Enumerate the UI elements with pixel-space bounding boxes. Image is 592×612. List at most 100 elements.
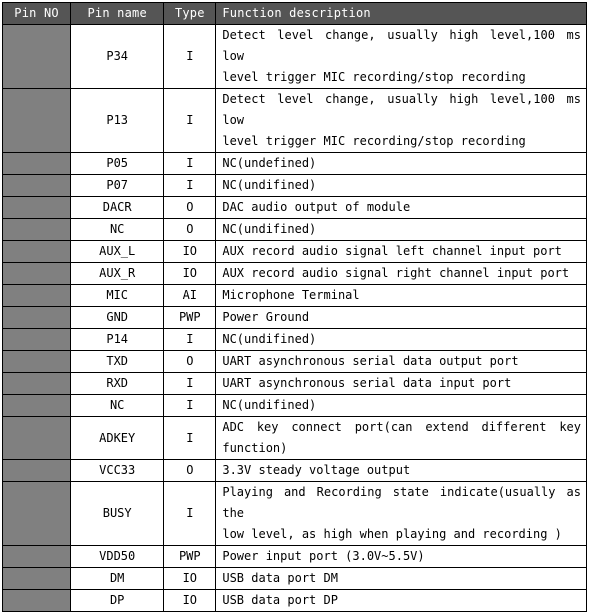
cell-pin-no [1,196,72,219]
cell-pin-no [1,174,72,197]
cell-pin-no [1,350,72,373]
description-line: NC(undifined) [222,178,317,192]
cell-type: O [163,218,217,241]
cell-pin-no [1,459,72,482]
cell-type: I [163,152,217,175]
cell-pin-no [1,306,72,329]
cell-type: I [163,24,217,89]
description-line: USB data port DP [222,593,338,607]
cell-pin-no [1,262,72,285]
cell-type: I [163,416,217,460]
cell-pin-no [1,567,72,590]
column-header-pin-name: Pin name [70,2,165,25]
description-line: NC(undifined) [222,398,317,412]
description-line: function) [222,441,288,455]
description-line: UART asynchronous serial data output por… [222,354,519,368]
description-line: ADC key connect port(can extend differen… [222,420,581,434]
description-line: Microphone Terminal [222,288,360,302]
table-row: DP IO USB data port DP [1,589,587,612]
table-row: BUSY I Playing and Recording state indicat… [1,481,587,546]
cell-function-description: NC(undefined) [215,152,587,175]
cell-type: AI [163,284,217,307]
cell-pin-no [1,589,72,612]
cell-function-description: DAC audio output of module [215,196,587,219]
description-line: 3.3V steady voltage output [222,463,411,477]
table-row: DM IO USB data port DM [1,567,587,590]
table-row: P14 I NC(undifined) [1,328,587,351]
cell-pin-name: NC [70,218,165,241]
cell-type: O [163,459,217,482]
table-body: P34 I Detect level change, usually high le… [1,24,587,612]
description-line: level trigger MIC recording/stop recordi… [222,134,526,148]
table-header-row: Pin NO Pin name Type Function descriptio… [1,2,587,25]
cell-pin-name: P13 [70,88,165,153]
description-line: Power Ground [222,310,310,324]
cell-pin-name: DACR [70,196,165,219]
description-line: NC(undifined) [222,332,317,346]
table-row: P07 I NC(undifined) [1,174,587,197]
cell-type: PWP [163,306,217,329]
cell-pin-name: P07 [70,174,165,197]
cell-function-description: USB data port DP [215,589,587,612]
cell-type: I [163,481,217,546]
cell-pin-no [1,394,72,417]
cell-type: IO [163,262,217,285]
cell-pin-name: NC [70,394,165,417]
cell-function-description: ADC key connect port(can extend differen… [215,416,587,460]
cell-pin-name: GND [70,306,165,329]
cell-pin-no [1,152,72,175]
cell-function-description: NC(undifined) [215,328,587,351]
table-row: P13 I Detect level change, usually high le… [1,88,587,153]
table-row: ADKEY I ADC key connect port(can extend di… [1,416,587,460]
cell-pin-name: P14 [70,328,165,351]
cell-type: I [163,372,217,395]
cell-type: IO [163,240,217,263]
cell-pin-no [1,284,72,307]
cell-pin-name: P34 [70,24,165,89]
cell-pin-no [1,328,72,351]
cell-pin-name: ADKEY [70,416,165,460]
cell-pin-name: VCC33 [70,459,165,482]
cell-pin-name: DP [70,589,165,612]
cell-pin-no [1,481,72,546]
table-row: MIC AI Microphone Terminal [1,284,587,307]
description-line: USB data port DM [222,571,338,585]
cell-function-description: Detect level change, usually high level,… [215,24,587,89]
cell-type: IO [163,567,217,590]
table-row: VCC33 O 3.3V steady voltage output [1,459,587,482]
cell-function-description: Power Ground [215,306,587,329]
table-row: NC I NC(undifined) [1,394,587,417]
cell-pin-no [1,88,72,153]
cell-type: I [163,328,217,351]
pin-definition-table: Pin NO Pin name Type Function descriptio… [1,2,587,612]
cell-pin-name: BUSY [70,481,165,546]
cell-function-description: NC(undifined) [215,394,587,417]
table-row: DACR O DAC audio output of module [1,196,587,219]
cell-function-description: Playing and Recording state indicate(usu… [215,481,587,546]
cell-pin-name: AUX_R [70,262,165,285]
cell-function-description: 3.3V steady voltage output [215,459,587,482]
description-line: DAC audio output of module [222,200,411,214]
cell-type: I [163,174,217,197]
cell-pin-no [1,416,72,460]
cell-pin-no [1,545,72,568]
description-line: Detect level change, usually high level,… [222,28,581,63]
cell-function-description: Power input port (3.0V~5.5V) [215,545,587,568]
cell-pin-no [1,218,72,241]
cell-type: O [163,196,217,219]
table-row: P05 I NC(undefined) [1,152,587,175]
cell-type: I [163,88,217,153]
cell-pin-name: MIC [70,284,165,307]
cell-function-description: USB data port DM [215,567,587,590]
table-row: NC O NC(undifined) [1,218,587,241]
cell-pin-name: VDD50 [70,545,165,568]
cell-pin-name: P05 [70,152,165,175]
cell-type: PWP [163,545,217,568]
cell-function-description: UART asynchronous serial data output por… [215,350,587,373]
cell-type: IO [163,589,217,612]
cell-pin-name: DM [70,567,165,590]
cell-function-description: NC(undifined) [215,218,587,241]
table-row: AUX_L IO AUX record audio signal left chan… [1,240,587,263]
cell-function-description: UART asynchronous serial data input port [215,372,587,395]
cell-function-description: Detect level change, usually high level,… [215,88,587,153]
